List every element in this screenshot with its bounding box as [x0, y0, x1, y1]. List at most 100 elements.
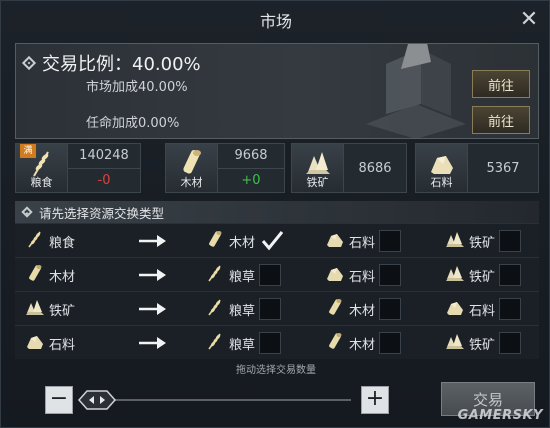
stone-icon: [325, 263, 349, 287]
target-label: 木材: [229, 235, 256, 251]
diamond-bullet-icon: [21, 206, 33, 218]
quantity-slider-track[interactable]: [101, 399, 351, 401]
target-option[interactable]: 粮草: [205, 262, 282, 288]
checkbox[interactable]: [259, 298, 282, 320]
wood-icon: [325, 331, 349, 355]
resource-amount: 8686: [358, 160, 392, 176]
watermark: GAMERSKY: [457, 408, 543, 423]
resource-amount: 140248: [79, 148, 129, 164]
grain-icon: [205, 297, 229, 321]
target-option[interactable]: 石料: [445, 296, 522, 322]
title-bar: 市场 ✕: [1, 1, 550, 39]
checkbox[interactable]: [259, 264, 282, 286]
drag-hint: 拖动选择交易数量: [236, 365, 316, 376]
grain-icon: [205, 263, 229, 287]
source-label: 铁矿: [49, 303, 76, 319]
exchange-row: 石料 粮草 木材 铁矿: [15, 325, 539, 359]
market-window: 市场 ✕ 交易比例：40.00% 市场加成40.00% 任命加成0.00% 前往…: [0, 0, 550, 428]
target-label: 木材: [349, 337, 376, 353]
trade-ratio-text: 交易比例：40.00%: [42, 54, 201, 75]
checkbox[interactable]: [499, 230, 522, 252]
target-option[interactable]: 粮草: [205, 296, 282, 322]
market-bonus: 市场加成40.00%: [86, 80, 188, 95]
target-label: 石料: [349, 235, 376, 251]
checkmark-icon[interactable]: [259, 230, 284, 252]
iron-ore-icon: [25, 297, 49, 321]
appoint-bonus: 任命加成0.00%: [86, 116, 180, 131]
resource-name: 粮食: [30, 176, 53, 189]
target-option[interactable]: 铁矿: [445, 262, 522, 288]
exchange-row: 铁矿 粮草 木材 石料: [15, 291, 539, 325]
target-option[interactable]: 石料: [325, 228, 402, 254]
goto-appoint-button[interactable]: 前往: [472, 106, 530, 134]
checkbox[interactable]: [379, 332, 402, 354]
section-header: 请先选择资源交换类型: [15, 201, 539, 223]
checkbox[interactable]: [259, 332, 282, 354]
resource-card-stone: 石料 5367: [415, 143, 539, 193]
grain-icon: [205, 331, 229, 355]
close-icon[interactable]: ✕: [517, 8, 541, 32]
resource-summary: 满 粮食 140248 -0 木材 9668 +0 铁矿 8686 石料 536…: [15, 143, 539, 195]
target-label: 铁矿: [469, 337, 496, 353]
decrease-button[interactable]: −: [45, 386, 73, 414]
goto-market-button[interactable]: 前往: [472, 70, 530, 98]
trade-ratio-panel: 交易比例：40.00% 市场加成40.00% 任命加成0.00% 前往 前往: [15, 43, 539, 139]
stone-icon: [25, 331, 49, 355]
wood-icon: [325, 297, 349, 321]
target-label: 铁矿: [469, 269, 496, 285]
resource-card-iron: 铁矿 8686: [291, 143, 407, 193]
target-label: 石料: [349, 269, 376, 285]
target-option[interactable]: 铁矿: [445, 228, 522, 254]
resource-name: 木材: [180, 176, 203, 189]
wood-icon: [205, 229, 229, 253]
resource-change: -0: [68, 167, 140, 193]
wood-icon: [25, 263, 49, 287]
target-label: 粮草: [229, 303, 256, 319]
target-label: 粮草: [229, 337, 256, 353]
target-option[interactable]: 铁矿: [445, 330, 522, 356]
target-label: 木材: [349, 303, 376, 319]
checkbox[interactable]: [499, 264, 522, 286]
resource-card-wood: 木材 9668 +0: [165, 143, 285, 193]
exchange-table: 粮食 木材 石料 铁矿 木材 粮草 石料 铁矿 铁矿 粮草 木材 石料 石料 粮…: [15, 223, 539, 359]
source-label: 木材: [49, 269, 76, 285]
target-option[interactable]: 木材: [205, 228, 284, 254]
target-label: 粮草: [229, 269, 256, 285]
resource-amount: 9668: [234, 148, 268, 164]
checkbox[interactable]: [379, 298, 402, 320]
stone-icon: [325, 229, 349, 253]
target-option[interactable]: 木材: [325, 296, 402, 322]
exchange-row: 粮食 木材 石料 铁矿: [15, 223, 539, 257]
source-resource: 木材: [25, 262, 75, 288]
diamond-bullet-icon: [21, 55, 37, 71]
resource-name: 铁矿: [306, 176, 329, 189]
warehouse-art-icon: [366, 44, 466, 138]
checkbox[interactable]: [379, 230, 402, 252]
iron-ore-icon: [445, 331, 469, 355]
stone-icon: [445, 297, 469, 321]
target-label: 石料: [469, 303, 496, 319]
iron-ore-icon: [445, 263, 469, 287]
resource-change: +0: [218, 167, 284, 193]
iron-ore-icon: [445, 229, 469, 253]
source-label: 石料: [49, 337, 76, 353]
window-title: 市场: [259, 12, 292, 31]
target-option[interactable]: 粮草: [205, 330, 282, 356]
trade-ratio-title: 交易比例：40.00%: [21, 50, 201, 76]
target-option[interactable]: 木材: [325, 330, 402, 356]
resource-card-grain: 满 粮食 140248 -0: [15, 143, 141, 193]
source-label: 粮食: [49, 235, 76, 251]
target-option[interactable]: 石料: [325, 262, 402, 288]
checkbox[interactable]: [499, 298, 522, 320]
checkbox[interactable]: [379, 264, 402, 286]
resource-amount: 5367: [486, 160, 520, 176]
checkbox[interactable]: [499, 332, 522, 354]
slider-handle-icon[interactable]: [77, 389, 117, 411]
increase-button[interactable]: +: [361, 386, 389, 414]
resource-name: 石料: [430, 176, 453, 189]
section-header-text: 请先选择资源交换类型: [39, 205, 165, 221]
target-label: 铁矿: [469, 235, 496, 251]
source-resource: 石料: [25, 330, 75, 356]
source-resource: 铁矿: [25, 296, 75, 322]
exchange-row: 木材 粮草 石料 铁矿: [15, 257, 539, 291]
